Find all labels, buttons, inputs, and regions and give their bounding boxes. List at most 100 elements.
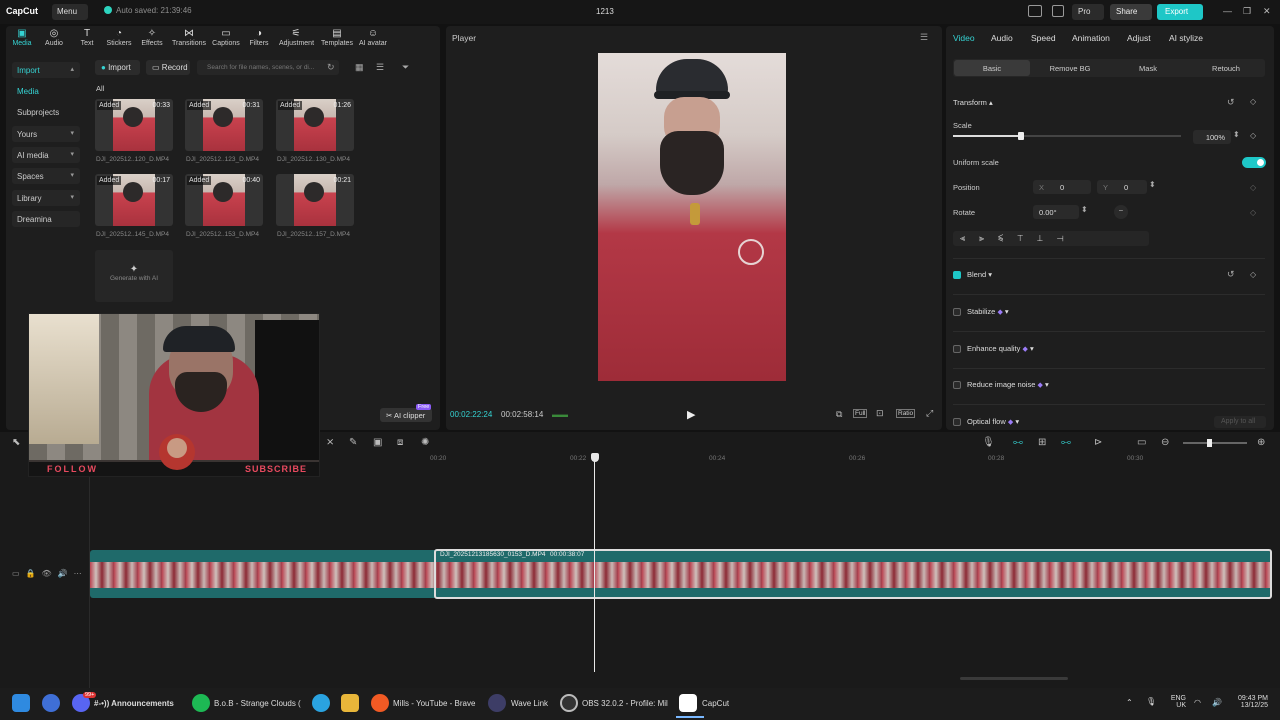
sidebar-item-subprojects[interactable]: Subprojects [12,104,80,120]
preview-axis-icon[interactable]: ⊳ [1094,437,1102,448]
taskbar-obs[interactable]: OBS 32.0.2 - Profile: Mil [582,699,668,708]
media-thumbnail[interactable]: Added 01:26 [276,99,354,151]
media-thumbnail[interactable]: Added 00:31 [185,99,263,151]
tool-adjustment[interactable]: ⚟ Adjustment [279,28,314,47]
rotate-input[interactable]: 0.00° [1033,205,1079,219]
sidebar-item-spaces[interactable]: Spaces ▾ [12,168,80,184]
taskbar-brave[interactable]: Mills - YouTube - Brave [393,699,475,708]
sidebar-item-library[interactable]: Library ▾ [12,190,80,206]
tab-audio[interactable]: Audio [991,33,1013,43]
snap-icon[interactable]: ⊞ [1038,437,1046,448]
media-filter-all[interactable]: All [96,84,104,93]
stepper-icon[interactable]: ⬍ [1233,130,1240,139]
stepper-icon[interactable]: ⬍ [1081,205,1088,214]
caption-icon[interactable]: ▭ [1137,437,1146,448]
sidebar-item-ai-media[interactable]: AI media ▾ [12,147,80,163]
share-button[interactable]: Share [1110,4,1152,20]
reset-icon[interactable]: ↺ [1227,269,1235,280]
minimize-icon[interactable]: — [1223,6,1232,16]
enhance-quality-label[interactable]: Enhance quality ◆ ▾ [967,344,1034,353]
tab-speed[interactable]: Speed [1031,33,1056,43]
link-icon[interactable]: ⧟ [1013,437,1023,448]
media-thumbnail[interactable]: Added 00:33 [95,99,173,151]
player-menu-icon[interactable]: ☰ [920,32,928,43]
zoom-slider[interactable] [1183,439,1247,447]
reduce-noise-checkbox[interactable] [953,381,961,389]
close-icon[interactable]: ✕ [1263,6,1271,17]
obs-icon[interactable] [560,694,578,712]
media-thumbnail[interactable]: 00:21 [276,174,354,226]
taskbar-discord[interactable]: #-•)) Announcements [94,699,174,708]
tool-text[interactable]: T Text [70,28,104,47]
keyframe-icon[interactable]: ◇ [1250,97,1256,106]
filter-icon[interactable]: ⏷ [402,62,409,73]
freeze-icon[interactable]: ▣ [373,437,382,448]
reset-icon[interactable]: ↺ [1227,97,1235,108]
tool-ai-avatar[interactable]: ☺ AI avatar [356,28,390,47]
optical-flow-checkbox[interactable] [953,418,961,426]
select-tool-icon[interactable]: ⬉ [12,437,20,448]
full-button[interactable]: Full [853,409,868,418]
sidebar-item-media[interactable]: Media [12,83,80,99]
position-x-input[interactable]: X0 [1033,180,1091,194]
tab-adjust[interactable]: Adjust [1127,33,1151,43]
crop-icon[interactable]: ⧉ [836,409,842,420]
keyframe-icon[interactable]: ◇ [1250,270,1256,279]
menu-button[interactable]: Menu [52,4,88,20]
spotify-icon[interactable] [192,694,210,712]
ai-clipper-button[interactable]: ✂ AI clipper [380,408,432,422]
apply-to-all-button[interactable]: Apply to all [1214,416,1266,428]
shortcuts-icon[interactable] [1052,5,1064,17]
mic-tray-icon[interactable]: 🎙 [1146,697,1156,706]
record-button[interactable]: ▭ Record [146,60,190,75]
microphone-icon[interactable]: 🎙 [982,437,995,448]
optical-flow-label[interactable]: Optical flow ◆ ▾ [967,417,1019,426]
tab-ai-stylize[interactable]: AI stylize [1169,33,1203,43]
import-button[interactable]: ● Import [95,60,140,75]
tab-animation[interactable]: Animation [1072,33,1110,43]
wave-link-icon[interactable] [488,694,506,712]
keyframe-icon[interactable]: ◇ [1250,131,1256,140]
tool-transitions[interactable]: ⋈ Transitions [172,28,206,47]
sort-icon[interactable]: ☰ [376,62,384,73]
grid-view-icon[interactable]: ▦ [355,62,364,73]
subtab-mask[interactable]: Mask [1110,64,1186,73]
snapshot-icon[interactable]: ⊡ [876,408,884,419]
scale-slider[interactable] [953,132,1181,140]
taskbar-spotify[interactable]: B.o.B - Strange Clouds ( [214,699,301,708]
scale-value-input[interactable]: 100% [1193,130,1231,144]
telegram-icon[interactable] [312,694,330,712]
keyframe-icon[interactable]: ◇ [1250,208,1256,217]
sidebar-item-import[interactable]: Import ▴ [12,62,80,78]
magnet-icon[interactable]: ⧟ [1061,437,1071,448]
fullscreen-icon[interactable]: ⤢ [926,408,933,419]
wifi-icon[interactable]: ◠ [1194,698,1201,707]
timeline-scrollbar[interactable] [960,677,1068,680]
zoom-in-icon[interactable]: ⊕ [1257,437,1265,448]
browser-icon[interactable] [42,694,60,712]
tool-stickers[interactable]: ◔ Stickers [102,28,136,47]
subtab-basic[interactable]: Basic [954,64,1030,73]
capcut-icon[interactable] [679,694,697,712]
sidebar-item-yours[interactable]: Yours ▾ [12,126,80,142]
playhead-handle[interactable] [591,453,599,462]
transform-header[interactable]: Transform ▴ [953,98,993,107]
scale-slider-handle[interactable] [1018,132,1025,140]
align-icons[interactable]: ⫷⫸⫹⊤⊥⊣ [960,233,1078,244]
blend-label[interactable]: Blend ▾ [967,270,992,279]
magic-icon[interactable]: ✎ [349,437,357,448]
playhead[interactable] [594,454,595,672]
maximize-icon[interactable]: ❐ [1243,6,1251,17]
position-y-input[interactable]: Y0 [1097,180,1147,194]
subtab-retouch[interactable]: Retouch [1188,64,1264,73]
tray-chevron-icon[interactable]: ⌃ [1126,698,1133,707]
tool-audio[interactable]: ◎ Audio [37,28,71,47]
stabilize-label[interactable]: Stabilize ◆ ▾ [967,307,1009,316]
tool-captions[interactable]: ▭ Captions [209,28,243,47]
folder-icon[interactable] [341,694,359,712]
clock[interactable]: 09:43 PM 13/12/25 [1224,695,1268,709]
tool-media[interactable]: ▣ Media [5,28,39,47]
subtab-remove-bg[interactable]: Remove BG [1032,64,1108,73]
tab-video[interactable]: Video [953,33,975,43]
play-button[interactable]: ▶ [687,408,695,421]
